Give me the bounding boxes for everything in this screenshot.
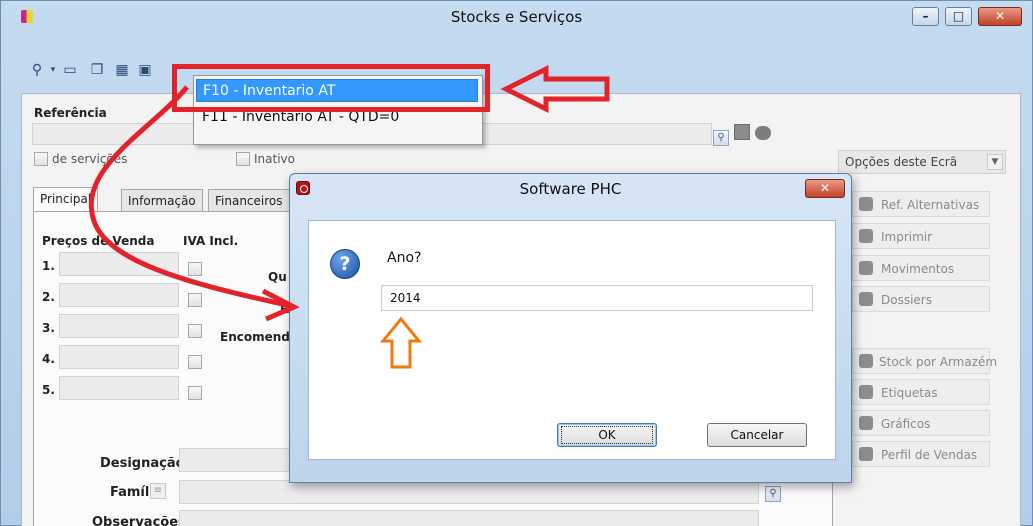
- maximize-icon: □: [952, 9, 965, 23]
- warehouse-icon: [859, 354, 873, 368]
- price-row-label: 5.: [42, 383, 55, 397]
- button-label: Dossiers: [881, 293, 932, 307]
- duplicate-icon[interactable]: ❐: [88, 61, 106, 79]
- cancel-label: Cancelar: [730, 428, 784, 442]
- options-dropdown[interactable]: Opções deste Ecrã ▼: [838, 150, 1006, 174]
- movements-icon: [859, 261, 873, 275]
- iva-checkbox-1[interactable]: [188, 262, 202, 276]
- label-icon: [859, 385, 873, 399]
- profile-icon: [859, 447, 873, 461]
- document-icon[interactable]: [734, 124, 750, 140]
- price-row-label: 3.: [42, 321, 55, 335]
- cloud-icon[interactable]: [755, 126, 771, 140]
- graficos-button[interactable]: Gráficos: [852, 410, 990, 436]
- ref-alternativas-button[interactable]: Ref. Alternativas: [852, 191, 990, 217]
- dialog-body: ? Ano? OK Cancelar: [308, 220, 836, 460]
- qu-label: Qu: [268, 270, 287, 284]
- designacao-label: Designação: [100, 456, 185, 471]
- price-field-3[interactable]: [59, 314, 179, 338]
- price-row-label: 4.: [42, 352, 55, 366]
- dialog-prompt: Ano?: [387, 250, 422, 266]
- price-field-1[interactable]: [59, 252, 179, 276]
- document-icon: [859, 197, 873, 211]
- encomend-label: Encomend: [220, 330, 290, 344]
- dialog-close-button[interactable]: ✕: [805, 179, 845, 198]
- search-icon[interactable]: ⚲: [765, 486, 781, 502]
- ok-button[interactable]: OK: [557, 423, 657, 447]
- price-row-label: 2.: [42, 290, 55, 304]
- iva-checkbox-5[interactable]: [188, 386, 202, 400]
- year-input[interactable]: [381, 285, 813, 311]
- dropdown-arrow-icon[interactable]: ▾: [44, 61, 62, 79]
- maximize-button[interactable]: □: [945, 7, 972, 26]
- folder-icon: [859, 292, 873, 306]
- button-label: Gráficos: [881, 417, 931, 431]
- movimentos-button[interactable]: Movimentos: [852, 255, 990, 281]
- iva-checkbox-3[interactable]: [188, 324, 202, 338]
- inativo-label: Inativo: [254, 152, 295, 166]
- main-window: Stocks e Serviços – □ ✕ ⚲ ▾ ▭ ❐ ▦ ▣ Refe…: [0, 0, 1033, 526]
- new-document-icon[interactable]: ▭: [61, 61, 79, 79]
- window-title: Stocks e Serviços: [450, 8, 583, 26]
- button-label: Ref. Alternativas: [881, 198, 980, 212]
- imprimir-button[interactable]: Imprimir: [852, 223, 990, 249]
- ok-label: OK: [561, 426, 653, 444]
- iva-checkbox-4[interactable]: [188, 355, 202, 369]
- de-servicos-checkbox[interactable]: [34, 152, 48, 166]
- printer-icon: [859, 229, 873, 243]
- button-label: Etiquetas: [881, 386, 938, 400]
- list-icon[interactable]: ≡: [150, 483, 166, 499]
- question-icon: ?: [330, 249, 360, 279]
- price-field-4[interactable]: [59, 345, 179, 369]
- tab-principal[interactable]: Principal: [33, 187, 99, 212]
- price-field-5[interactable]: [59, 376, 179, 400]
- search-icon[interactable]: ⚲: [713, 130, 729, 146]
- precos-label: Preços de Venda: [42, 234, 155, 248]
- chart-icon: [859, 416, 873, 430]
- perfil-vendas-button[interactable]: Perfil de Vendas: [852, 441, 990, 467]
- price-row-label: 1.: [42, 259, 55, 273]
- grid-icon[interactable]: ▦: [113, 61, 131, 79]
- minimize-icon: –: [922, 9, 929, 23]
- iva-checkbox-2[interactable]: [188, 293, 202, 307]
- dialog-title: Software PHC: [519, 180, 622, 198]
- observacoes-field[interactable]: [179, 510, 759, 526]
- button-label: Imprimir: [881, 230, 933, 244]
- etiquetas-button[interactable]: Etiquetas: [852, 379, 990, 405]
- phc-dialog: Software PHC ✕ ? Ano? OK Cancelar: [289, 173, 852, 483]
- observacoes-label: Observações: [92, 515, 186, 526]
- iva-label: IVA Incl.: [183, 234, 239, 248]
- close-button[interactable]: ✕: [978, 7, 1022, 26]
- dossiers-button[interactable]: Dossiers: [852, 286, 990, 312]
- cancel-button[interactable]: Cancelar: [707, 423, 807, 447]
- options-label: Opções deste Ecrã: [845, 155, 958, 169]
- button-label: Stock por Armazém: [879, 355, 998, 369]
- de-servicos-label: de servições: [52, 152, 128, 166]
- referencia-label: Referência: [34, 106, 107, 120]
- tab-financeiros[interactable]: Financeiros: [208, 189, 290, 212]
- familia-field[interactable]: [179, 480, 759, 504]
- tab-informacao[interactable]: Informação: [121, 189, 203, 212]
- price-field-2[interactable]: [59, 283, 179, 307]
- highlight-rectangle: [172, 64, 490, 112]
- button-label: Perfil de Vendas: [881, 448, 978, 462]
- chevron-down-icon: ▼: [987, 154, 1003, 170]
- inativo-checkbox[interactable]: [236, 152, 250, 166]
- close-icon: ✕: [994, 9, 1006, 23]
- title-bar: Stocks e Serviços – □ ✕: [1, 1, 1032, 33]
- box-icon[interactable]: ▣: [136, 61, 154, 79]
- button-label: Movimentos: [881, 262, 955, 276]
- minimize-button[interactable]: –: [912, 7, 939, 26]
- stock-armazem-button[interactable]: Stock por Armazém: [852, 348, 997, 374]
